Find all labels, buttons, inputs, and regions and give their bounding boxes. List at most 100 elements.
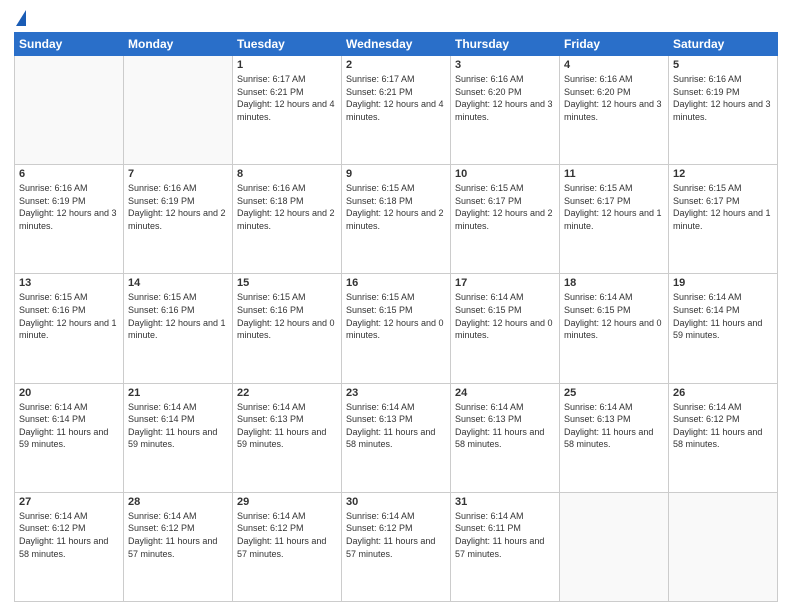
day-number: 11	[564, 168, 664, 180]
calendar-week-4: 20 Sunrise: 6:14 AM Sunset: 6:14 PM Dayli…	[15, 383, 778, 492]
day-number: 20	[19, 387, 119, 399]
weekday-header-saturday: Saturday	[669, 33, 778, 56]
weekday-header-row: SundayMondayTuesdayWednesdayThursdayFrid…	[15, 33, 778, 56]
day-info: Sunrise: 6:15 AM Sunset: 6:17 PM Dayligh…	[455, 182, 555, 232]
calendar-cell: 24 Sunrise: 6:14 AM Sunset: 6:13 PM Dayli…	[451, 383, 560, 492]
logo	[14, 10, 26, 26]
calendar-cell: 5 Sunrise: 6:16 AM Sunset: 6:19 PM Daylig…	[669, 56, 778, 165]
calendar-cell: 6 Sunrise: 6:16 AM Sunset: 6:19 PM Daylig…	[15, 165, 124, 274]
calendar-cell: 31 Sunrise: 6:14 AM Sunset: 6:11 PM Dayli…	[451, 492, 560, 601]
page: SundayMondayTuesdayWednesdayThursdayFrid…	[0, 0, 792, 612]
day-number: 13	[19, 277, 119, 289]
calendar-cell: 28 Sunrise: 6:14 AM Sunset: 6:12 PM Dayli…	[124, 492, 233, 601]
calendar-week-1: 1 Sunrise: 6:17 AM Sunset: 6:21 PM Daylig…	[15, 56, 778, 165]
day-info: Sunrise: 6:14 AM Sunset: 6:12 PM Dayligh…	[673, 401, 773, 451]
day-number: 6	[19, 168, 119, 180]
logo-triangle-icon	[16, 10, 26, 26]
calendar-cell	[124, 56, 233, 165]
day-number: 5	[673, 59, 773, 71]
day-number: 25	[564, 387, 664, 399]
calendar-cell: 16Sunrise: 6:15 AM Sunset: 6:15 PM Dayli…	[342, 274, 451, 383]
day-info: Sunrise: 6:16 AM Sunset: 6:19 PM Dayligh…	[19, 182, 119, 232]
day-number: 18	[564, 277, 664, 289]
day-info: Sunrise: 6:15 AM Sunset: 6:16 PM Dayligh…	[237, 291, 337, 341]
day-info: Sunrise: 6:14 AM Sunset: 6:13 PM Dayligh…	[237, 401, 337, 451]
day-info: Sunrise: 6:14 AM Sunset: 6:14 PM Dayligh…	[128, 401, 228, 451]
day-number: 16	[346, 277, 446, 289]
weekday-header-wednesday: Wednesday	[342, 33, 451, 56]
weekday-header-tuesday: Tuesday	[233, 33, 342, 56]
day-info: Sunrise: 6:16 AM Sunset: 6:19 PM Dayligh…	[128, 182, 228, 232]
day-number: 31	[455, 496, 555, 508]
day-number: 7	[128, 168, 228, 180]
calendar-cell: 7 Sunrise: 6:16 AM Sunset: 6:19 PM Daylig…	[124, 165, 233, 274]
day-info: Sunrise: 6:16 AM Sunset: 6:18 PM Dayligh…	[237, 182, 337, 232]
calendar-cell: 11 Sunrise: 6:15 AM Sunset: 6:17 PM Dayli…	[560, 165, 669, 274]
day-number: 9	[346, 168, 446, 180]
day-info: Sunrise: 6:14 AM Sunset: 6:15 PM Dayligh…	[564, 291, 664, 341]
calendar-cell: 26 Sunrise: 6:14 AM Sunset: 6:12 PM Dayli…	[669, 383, 778, 492]
day-number: 28	[128, 496, 228, 508]
day-number: 10	[455, 168, 555, 180]
day-number: 27	[19, 496, 119, 508]
day-info: Sunrise: 6:15 AM Sunset: 6:17 PM Dayligh…	[673, 182, 773, 232]
calendar-cell: 23 Sunrise: 6:14 AM Sunset: 6:13 PM Dayli…	[342, 383, 451, 492]
day-info: Sunrise: 6:16 AM Sunset: 6:20 PM Dayligh…	[564, 73, 664, 123]
day-number: 29	[237, 496, 337, 508]
calendar-cell: 2 Sunrise: 6:17 AM Sunset: 6:21 PM Daylig…	[342, 56, 451, 165]
calendar-cell: 14 Sunrise: 6:15 AM Sunset: 6:16 PM Dayli…	[124, 274, 233, 383]
calendar-cell: 21 Sunrise: 6:14 AM Sunset: 6:14 PM Dayli…	[124, 383, 233, 492]
day-number: 17	[455, 277, 555, 289]
day-number: 14	[128, 277, 228, 289]
day-info: Sunrise: 6:14 AM Sunset: 6:14 PM Dayligh…	[673, 291, 773, 341]
day-number: 21	[128, 387, 228, 399]
calendar-cell: 15Sunrise: 6:15 AM Sunset: 6:16 PM Dayli…	[233, 274, 342, 383]
weekday-header-friday: Friday	[560, 33, 669, 56]
calendar-cell	[15, 56, 124, 165]
calendar-cell: 22 Sunrise: 6:14 AM Sunset: 6:13 PM Dayli…	[233, 383, 342, 492]
day-number: 24	[455, 387, 555, 399]
day-info: Sunrise: 6:15 AM Sunset: 6:18 PM Dayligh…	[346, 182, 446, 232]
day-number: 3	[455, 59, 555, 71]
day-number: 4	[564, 59, 664, 71]
day-info: Sunrise: 6:14 AM Sunset: 6:12 PM Dayligh…	[237, 510, 337, 560]
calendar-cell: 13 Sunrise: 6:15 AM Sunset: 6:16 PM Dayli…	[15, 274, 124, 383]
day-info: Sunrise: 6:14 AM Sunset: 6:11 PM Dayligh…	[455, 510, 555, 560]
day-info: Sunrise: 6:15 AM Sunset: 6:16 PM Dayligh…	[19, 291, 119, 341]
day-number: 30	[346, 496, 446, 508]
calendar-table: SundayMondayTuesdayWednesdayThursdayFrid…	[14, 32, 778, 602]
day-number: 8	[237, 168, 337, 180]
day-info: Sunrise: 6:16 AM Sunset: 6:20 PM Dayligh…	[455, 73, 555, 123]
day-info: Sunrise: 6:14 AM Sunset: 6:12 PM Dayligh…	[346, 510, 446, 560]
day-number: 26	[673, 387, 773, 399]
calendar-week-3: 13 Sunrise: 6:15 AM Sunset: 6:16 PM Dayli…	[15, 274, 778, 383]
day-info: Sunrise: 6:14 AM Sunset: 6:15 PM Dayligh…	[455, 291, 555, 341]
calendar-cell: 19 Sunrise: 6:14 AM Sunset: 6:14 PM Dayli…	[669, 274, 778, 383]
calendar-cell: 17 Sunrise: 6:14 AM Sunset: 6:15 PM Dayli…	[451, 274, 560, 383]
calendar-cell: 18 Sunrise: 6:14 AM Sunset: 6:15 PM Dayli…	[560, 274, 669, 383]
day-number: 22	[237, 387, 337, 399]
day-info: Sunrise: 6:14 AM Sunset: 6:12 PM Dayligh…	[128, 510, 228, 560]
day-info: Sunrise: 6:14 AM Sunset: 6:12 PM Dayligh…	[19, 510, 119, 560]
day-number: 12	[673, 168, 773, 180]
calendar-cell: 3 Sunrise: 6:16 AM Sunset: 6:20 PM Daylig…	[451, 56, 560, 165]
day-number: 1	[237, 59, 337, 71]
calendar-cell: 30 Sunrise: 6:14 AM Sunset: 6:12 PM Dayli…	[342, 492, 451, 601]
day-info: Sunrise: 6:14 AM Sunset: 6:13 PM Dayligh…	[455, 401, 555, 451]
day-number: 2	[346, 59, 446, 71]
day-info: Sunrise: 6:14 AM Sunset: 6:13 PM Dayligh…	[346, 401, 446, 451]
calendar-cell: 12 Sunrise: 6:15 AM Sunset: 6:17 PM Dayli…	[669, 165, 778, 274]
calendar-cell: 4 Sunrise: 6:16 AM Sunset: 6:20 PM Daylig…	[560, 56, 669, 165]
calendar-week-5: 27 Sunrise: 6:14 AM Sunset: 6:12 PM Dayli…	[15, 492, 778, 601]
calendar-cell	[669, 492, 778, 601]
day-info: Sunrise: 6:15 AM Sunset: 6:16 PM Dayligh…	[128, 291, 228, 341]
day-info: Sunrise: 6:15 AM Sunset: 6:17 PM Dayligh…	[564, 182, 664, 232]
day-number: 19	[673, 277, 773, 289]
day-info: Sunrise: 6:17 AM Sunset: 6:21 PM Dayligh…	[346, 73, 446, 123]
weekday-header-thursday: Thursday	[451, 33, 560, 56]
calendar-cell: 29 Sunrise: 6:14 AM Sunset: 6:12 PM Dayli…	[233, 492, 342, 601]
weekday-header-sunday: Sunday	[15, 33, 124, 56]
day-number: 23	[346, 387, 446, 399]
day-info: Sunrise: 6:14 AM Sunset: 6:14 PM Dayligh…	[19, 401, 119, 451]
day-info: Sunrise: 6:16 AM Sunset: 6:19 PM Dayligh…	[673, 73, 773, 123]
